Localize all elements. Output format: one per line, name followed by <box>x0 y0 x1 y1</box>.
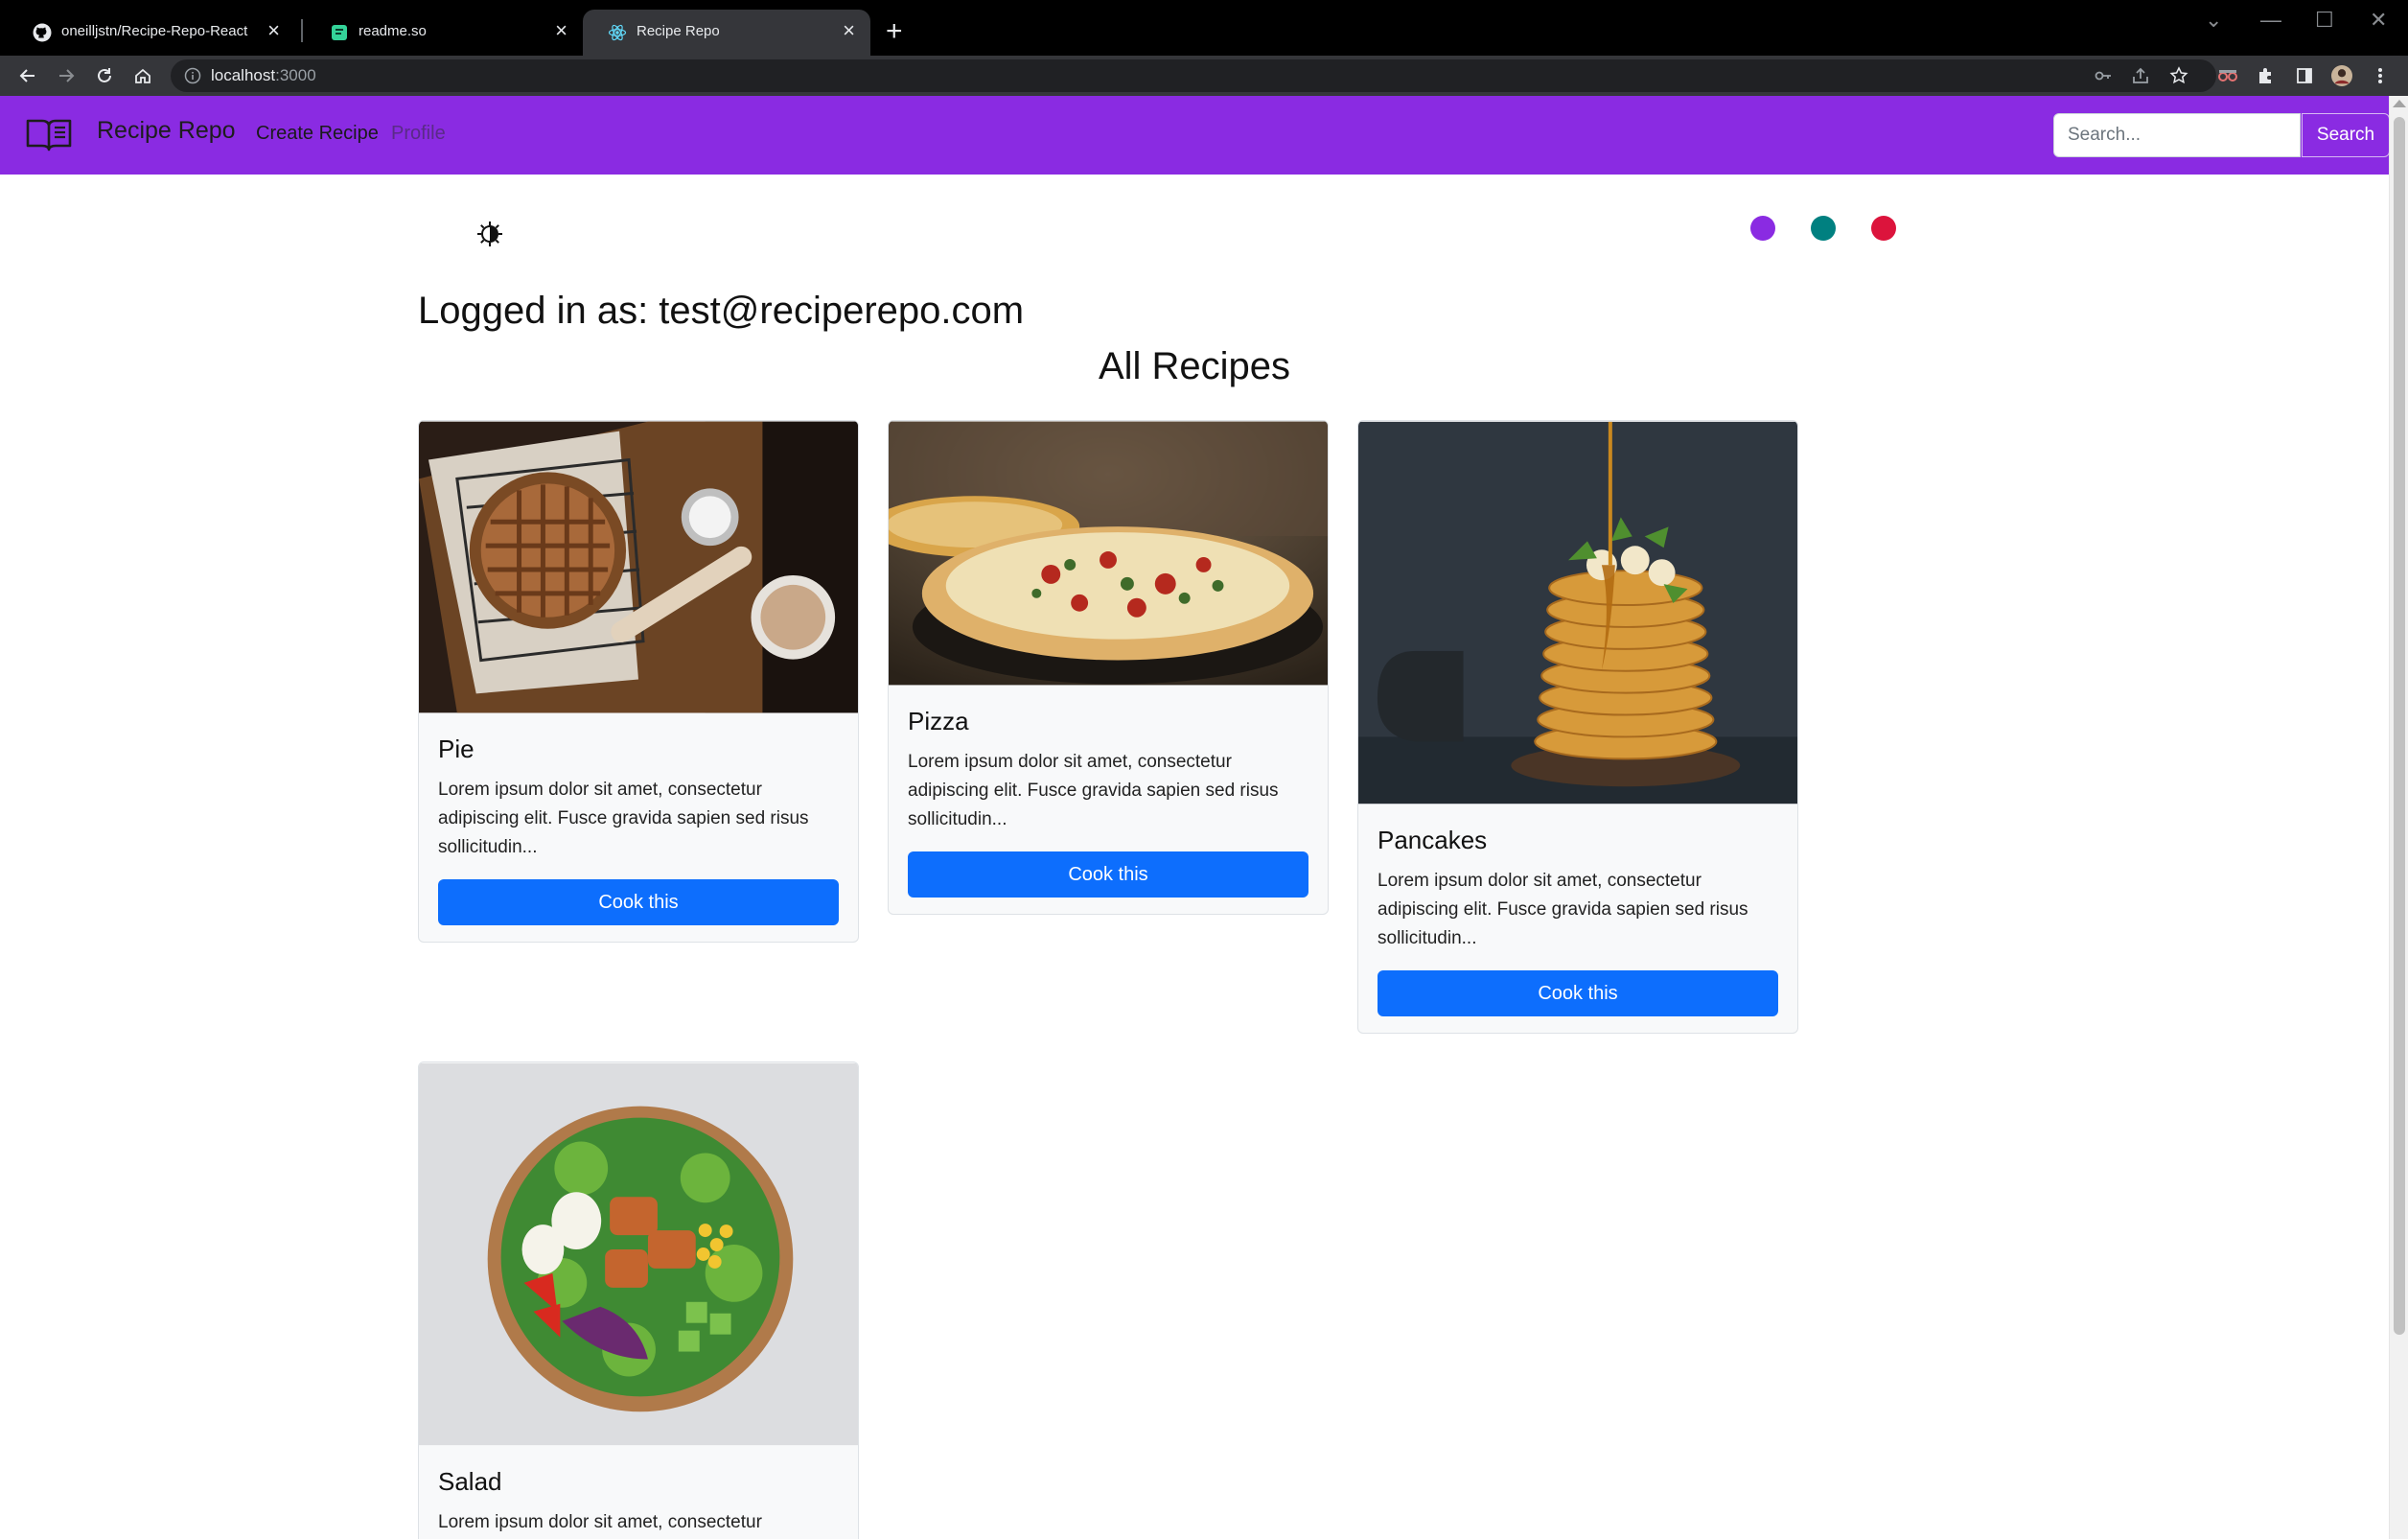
site-info-icon[interactable] <box>184 67 201 89</box>
tab-search-icon[interactable]: ⌄ <box>2205 8 2222 33</box>
share-icon[interactable] <box>2130 65 2151 86</box>
cook-this-button[interactable]: Cook this <box>1378 970 1778 1016</box>
tab-readme-so[interactable]: readme.so × <box>305 10 583 56</box>
page-title: All Recipes <box>1098 345 1291 387</box>
recipe-card-pancakes: Pancakes Lorem ipsum dolor sit amet, con… <box>1357 420 1798 1034</box>
menu-dots-icon[interactable] <box>2370 65 2391 86</box>
scroll-up-arrow-icon[interactable] <box>2393 100 2406 107</box>
key-icon[interactable] <box>2093 65 2114 86</box>
page-scrollbar[interactable] <box>2389 96 2408 1539</box>
search-button[interactable]: Search <box>2302 113 2390 157</box>
close-tab-icon[interactable]: × <box>843 20 855 41</box>
back-icon[interactable] <box>13 61 42 90</box>
recipe-image-pie <box>419 421 858 713</box>
new-tab-icon[interactable]: + <box>886 17 903 46</box>
url-host: localhost <box>211 66 276 84</box>
recipe-title: Pancakes <box>1378 826 1488 854</box>
minimize-icon[interactable]: — <box>2260 8 2281 33</box>
maximize-icon[interactable]: ☐ <box>2315 8 2334 33</box>
react-icon <box>608 23 627 42</box>
recipe-title: Pizza <box>908 707 969 735</box>
close-window-icon[interactable]: ✕ <box>2370 8 2387 33</box>
recipe-description: Lorem ipsum dolor sit amet, consectetur … <box>438 780 809 857</box>
close-tab-icon[interactable]: × <box>555 20 567 41</box>
cook-this-button[interactable]: Cook this <box>908 851 1308 898</box>
theme-color-crimson[interactable] <box>1871 216 1896 241</box>
nav-link-profile[interactable]: Profile <box>391 123 446 145</box>
scroll-thumb[interactable] <box>2394 117 2405 1335</box>
recipe-title: Salad <box>438 1467 502 1496</box>
tab-title: Recipe Repo <box>637 23 720 39</box>
tab-github[interactable]: oneilljstn/Recipe-Repo-React × <box>8 10 295 56</box>
browser-toolbar: localhost:3000 <box>0 56 2408 96</box>
recipe-image-pancakes <box>1358 421 1797 804</box>
recipe-title: Pie <box>438 735 475 763</box>
profile-avatar[interactable] <box>2331 65 2352 86</box>
brand-title[interactable]: Recipe Repo <box>97 117 236 145</box>
side-panel-icon[interactable] <box>2294 65 2315 86</box>
github-icon <box>33 23 52 42</box>
cook-this-button[interactable]: Cook this <box>438 879 839 925</box>
extensions-puzzle-icon[interactable] <box>2255 65 2276 86</box>
extension-spy-icon[interactable] <box>2217 65 2238 86</box>
home-icon[interactable] <box>128 61 157 90</box>
tab-title: readme.so <box>359 23 427 39</box>
recipe-card-salad: Salad Lorem ipsum dolor sit amet, consec… <box>418 1061 859 1539</box>
recipe-card-pizza: Pizza Lorem ipsum dolor sit amet, consec… <box>888 420 1329 915</box>
url-text: localhost:3000 <box>211 66 316 85</box>
bookmark-star-icon[interactable] <box>2168 65 2189 86</box>
close-tab-icon[interactable]: × <box>267 20 280 41</box>
recipe-description: Lorem ipsum dolor sit amet, consectetur … <box>908 752 1279 829</box>
tab-recipe-repo[interactable]: Recipe Repo × <box>583 10 870 56</box>
logged-in-text: Logged in as: test@reciperepo.com <box>418 290 1025 332</box>
forward-icon[interactable] <box>52 61 81 90</box>
recipe-image-pizza <box>889 421 1328 686</box>
theme-toggle-icon[interactable] <box>475 220 504 248</box>
url-port: :3000 <box>275 66 316 84</box>
browser-tabstrip: oneilljstn/Recipe-Repo-React × readme.so… <box>0 0 2408 56</box>
tab-separator <box>301 19 303 42</box>
tab-title: oneilljstn/Recipe-Repo-React <box>61 23 248 39</box>
search-input[interactable] <box>2053 113 2301 157</box>
book-icon[interactable] <box>25 117 73 156</box>
recipe-description: Lorem ipsum dolor sit amet, consectetur <box>438 1512 762 1532</box>
recipe-image-salad <box>419 1062 858 1446</box>
recipe-description: Lorem ipsum dolor sit amet, consectetur … <box>1378 871 1748 948</box>
app-navbar: Recipe Repo Create Recipe Profile Search <box>0 96 2390 175</box>
theme-color-teal[interactable] <box>1811 216 1836 241</box>
nav-link-create-recipe[interactable]: Create Recipe <box>256 123 379 145</box>
theme-color-purple[interactable] <box>1750 216 1775 241</box>
address-bar[interactable]: localhost:3000 <box>171 59 2216 92</box>
reload-icon[interactable] <box>90 61 119 90</box>
readme-so-icon <box>330 23 349 42</box>
recipe-card-pie: Pie Lorem ipsum dolor sit amet, consecte… <box>418 420 859 943</box>
